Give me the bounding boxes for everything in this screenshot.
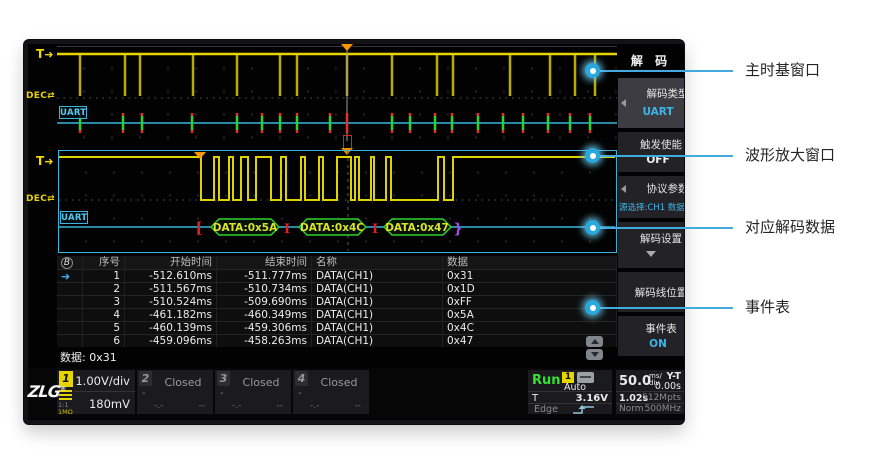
table-row[interactable]: 4 -461.182ms -460.349ms DATA(CH1) 0x5A [57, 308, 617, 321]
channel-4-badge: 4 [295, 371, 308, 386]
uart-bus-tag-main: UART [59, 106, 87, 119]
callout-dot-zoom-window [585, 148, 600, 163]
decode-menu-panel: 解 码 解码类型 UART 触发使能 OFF 协议参数 源选择:CH1 数据 解… [618, 50, 684, 362]
rising-edge-icon [572, 405, 596, 414]
svg-text:DATA:0x47: DATA:0x47 [385, 222, 449, 234]
channel-1-scale: 1.00V/div [75, 374, 130, 388]
uart-bus-tag-zoom: UART [60, 211, 88, 224]
decode-bubble: DATA:0x4C [299, 219, 366, 235]
decode-bubble: DATA:0x5A [211, 219, 279, 235]
dec-label-main: DEC⇄ [26, 91, 55, 101]
callout-dot-decode-data [585, 220, 600, 235]
table-scroll-down-button[interactable] [586, 349, 603, 360]
callout-line [600, 227, 733, 229]
chevron-down-icon [646, 251, 656, 257]
selected-row-pointer-icon: ➜ [61, 270, 70, 282]
svg-text:DATA:0x4C: DATA:0x4C [300, 222, 364, 234]
table-row[interactable]: ➜ 1 -512.610ms -511.777ms DATA(CH1) 0x31 [57, 269, 617, 282]
run-status: Run [532, 373, 561, 388]
waveform-zoom-window: [ I I } DATA:0x5A DATA:0x4C DATA:0x47 [58, 150, 617, 253]
table-scroll-up-button[interactable] [586, 336, 603, 347]
trigger-type: Edge [534, 404, 558, 415]
channel-4-status: Closed [309, 376, 369, 389]
callout-dot-event-table [585, 300, 600, 315]
decode-bubble: DATA:0x47 [384, 219, 451, 235]
menu-button-decode-line-position[interactable]: 解码线位置 [618, 272, 684, 312]
zlg-logo: ZLG® [27, 382, 67, 401]
channel-4-tile[interactable]: 4 - Closed -.- -- [293, 370, 369, 414]
table-row[interactable]: 5 -460.139ms -459.306ms DATA(CH1) 0x4C [57, 321, 617, 334]
callout-line [600, 155, 733, 157]
zoom-start-marker[interactable] [194, 152, 206, 159]
annotation-event-table: 事件表 [745, 299, 790, 316]
trigger-status-tile[interactable]: Run 1 Auto T 3.16V Edge [528, 370, 612, 414]
annotation-main-timebase-window: 主时基窗口 [745, 62, 820, 79]
callout-line [600, 307, 733, 309]
channel-1-tile[interactable]: 1 1:11MΩ 1.00V/div 180mV [57, 370, 135, 414]
main-timebase-window [57, 46, 617, 140]
menu-title: 解 码 [618, 52, 684, 69]
timebase-scale: 50.0 [619, 374, 651, 389]
table-row[interactable]: 6 -459.096ms -458.263ms DATA(CH1) 0x47 [57, 334, 617, 347]
menu-button-protocol-params[interactable]: 协议参数 源选择:CH1 数据 [618, 176, 684, 218]
table-row[interactable]: 3 -510.524ms -509.690ms DATA(CH1) 0xFF [57, 295, 617, 308]
channel-3-status: Closed [231, 376, 291, 389]
bus-icon[interactable]: B [61, 257, 73, 269]
svg-text:DATA:0x5A: DATA:0x5A [213, 222, 278, 234]
channel-2-tile[interactable]: 2 - Closed -.- -- [137, 370, 213, 414]
trigger-position-marker[interactable] [341, 44, 353, 51]
frame-sep-mark: I [284, 222, 290, 237]
annotation-zoom-window: 波形放大窗口 [745, 147, 835, 164]
event-table: B 序号 开始时间 结束时间 名称 数据 ➜ 1 -512.610ms -511… [57, 256, 617, 347]
menu-button-event-table[interactable]: 事件表 ON [618, 316, 684, 356]
zoom-cursor-gate-icon [343, 135, 352, 148]
ch1-trace-zoom [59, 157, 615, 200]
acquire-mode: Norm [619, 404, 644, 414]
menu-button-trigger-enable[interactable]: 触发使能 OFF [618, 132, 684, 172]
zoom-waveform-svg: [ I I } DATA:0x5A DATA:0x4C DATA:0x47 [59, 151, 615, 251]
frame-sep-mark: I [372, 222, 378, 237]
channel-2-status: Closed [153, 376, 213, 389]
callout-dot-main-window [585, 63, 600, 78]
timebase-status-tile[interactable]: 50.0 ms/div Y-T 0.00s 1.02s 512Mpts Norm… [616, 370, 684, 414]
trigger-level-label-main: T➜ [36, 48, 53, 61]
trigger-level-label-zoom: T➜ [36, 155, 53, 168]
event-table-header: B 序号 开始时间 结束时间 名称 数据 [57, 256, 617, 269]
main-waveform-svg [57, 47, 617, 141]
table-row[interactable]: 2 -511.567ms -510.734ms DATA(CH1) 0x1D [57, 282, 617, 295]
channel-1-offset: 180mV [89, 397, 130, 411]
chevron-left-icon [621, 185, 626, 193]
dec-label-zoom: DEC⇄ [26, 194, 55, 204]
channel-3-tile[interactable]: 3 - Closed -.- -- [215, 370, 291, 414]
channel-3-badge: 3 [217, 371, 230, 386]
callout-line [600, 70, 733, 72]
frame-open-mark: [ [195, 219, 202, 237]
bandwidth: 500MHz [645, 404, 681, 414]
annotation-decode-data: 对应解码数据 [745, 219, 835, 236]
menu-button-decode-type[interactable]: 解码类型 UART [618, 78, 684, 128]
frame-close-mark: } [453, 221, 462, 237]
channel-2-badge: 2 [139, 371, 152, 386]
memory-depth: 512Mpts [642, 393, 681, 403]
table-footer-data: 数据: 0x31 [60, 349, 117, 365]
